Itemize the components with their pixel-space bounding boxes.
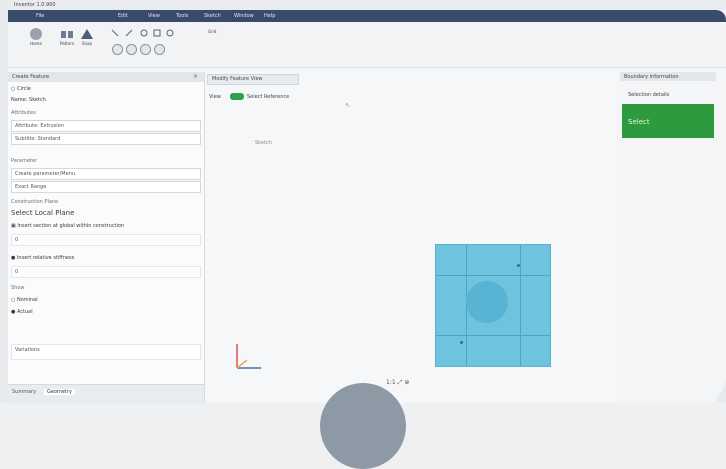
menu-view[interactable]: View (148, 13, 160, 19)
pattern-icon (61, 31, 74, 38)
menu-window[interactable]: Window (234, 13, 254, 19)
selection-details: Selection details (628, 92, 670, 98)
radio-actual[interactable]: ● Actual (11, 309, 33, 315)
title-bar: Inventor 1.0.900 (8, 0, 726, 10)
radio-circle[interactable]: ○ Circle (11, 86, 31, 92)
tool-icons-row[interactable] (108, 28, 198, 39)
status-text: Select (628, 118, 650, 126)
select-reference-label[interactable]: Select Reference (247, 94, 289, 100)
right-panel-header: Boundary information (620, 72, 716, 81)
snap-icon (81, 29, 93, 39)
zoom-controls[interactable]: 1:1 ⤢ ⊕ (386, 379, 409, 387)
section-construction-plane: Construction Plane (11, 199, 59, 205)
tool-circle-4[interactable] (154, 44, 165, 56)
value-field-2[interactable]: 0 (11, 266, 201, 278)
tab-geometry[interactable]: Geometry (44, 389, 75, 395)
range-field[interactable]: Exact Range (11, 181, 201, 193)
cursor-icon: ↖ (345, 102, 351, 109)
view-label: View (209, 94, 221, 100)
axis-triad-icon (236, 344, 261, 369)
radio-stiffness[interactable]: ● Insert relative stiffness (11, 255, 74, 261)
circle-outline-icon (112, 44, 123, 55)
window-title: Inventor 1.0.900 (14, 2, 56, 8)
menu-tools[interactable]: Tools (176, 13, 188, 19)
tool-circle-1[interactable] (112, 44, 123, 56)
menu-help[interactable]: Help (264, 13, 275, 19)
feature-panel: Create Feature × ○ Circle Name: Sketch A… (8, 72, 205, 403)
grid-line (436, 275, 550, 276)
snap-button[interactable]: Snap (80, 28, 94, 46)
circle-icon (30, 28, 42, 40)
variations-field[interactable]: Variations (11, 344, 201, 360)
tool-circle-3[interactable] (140, 44, 151, 56)
overlay-circle (320, 383, 406, 469)
tab-summary[interactable]: Summary (12, 389, 36, 395)
menu-sketch[interactable]: Sketch (204, 13, 221, 19)
value-field-1[interactable]: 0 (11, 234, 201, 246)
panel-bottom-tabs: Summary Geometry (8, 384, 204, 404)
panel-header: Create Feature × (8, 72, 204, 82)
zoom-1to1[interactable]: 1:1 (386, 379, 396, 386)
section-attributes: Attributes (11, 110, 36, 116)
circle-feature[interactable] (466, 281, 508, 323)
section-show: Show (11, 285, 25, 291)
menu-bar: File Edit View Tools Sketch Window Help (8, 10, 726, 22)
tool-circle-2[interactable] (126, 44, 137, 56)
vertex-point[interactable] (517, 264, 520, 267)
tool-icons-strip (111, 29, 174, 37)
menu-edit[interactable]: Edit (118, 13, 128, 19)
status-panel: Select (622, 104, 714, 138)
status-badge (230, 93, 244, 100)
subtitle-field[interactable]: Subtitle: Standard (11, 133, 201, 145)
panel-title: Create Feature (12, 74, 50, 80)
parameter-field[interactable]: Create parameter/Menu (11, 168, 201, 180)
ribbon-toolbar: Home Pattern Snap Grid (8, 22, 726, 68)
close-icon[interactable]: × (193, 73, 198, 80)
right-panel-title: Boundary information (624, 74, 679, 80)
menu-file[interactable]: File (36, 13, 44, 19)
name-row: Name: Sketch (11, 97, 46, 103)
circle-outline-icon (154, 44, 165, 55)
grid-label[interactable]: Grid (208, 29, 216, 34)
grid-line (520, 245, 521, 366)
plane-select[interactable]: Select Local Plane (11, 209, 74, 217)
attribute-field[interactable]: Attribute: Extrusion (11, 120, 201, 132)
section-parameter: Parameter (11, 158, 38, 164)
checkbox-insert-section[interactable]: ▣ Insert section at global within constr… (11, 223, 124, 229)
zoom-fit-icon[interactable]: ⤢ (398, 379, 403, 386)
radio-nominal[interactable]: ○ Nominal (11, 297, 38, 303)
viewport-tab[interactable]: Modify Feature View (207, 74, 299, 85)
sketch-note: Sketch (255, 140, 272, 146)
3d-viewport[interactable]: Modify Feature View View Select Referenc… (205, 72, 617, 403)
circle-outline-icon (140, 44, 151, 55)
zoom-icon[interactable]: ⊕ (404, 379, 409, 386)
grid-line (436, 335, 550, 336)
vertex-point[interactable] (460, 341, 463, 344)
pattern-button[interactable]: Pattern (60, 28, 74, 46)
circle-outline-icon (126, 44, 137, 55)
home-button[interactable]: Home (30, 28, 42, 46)
